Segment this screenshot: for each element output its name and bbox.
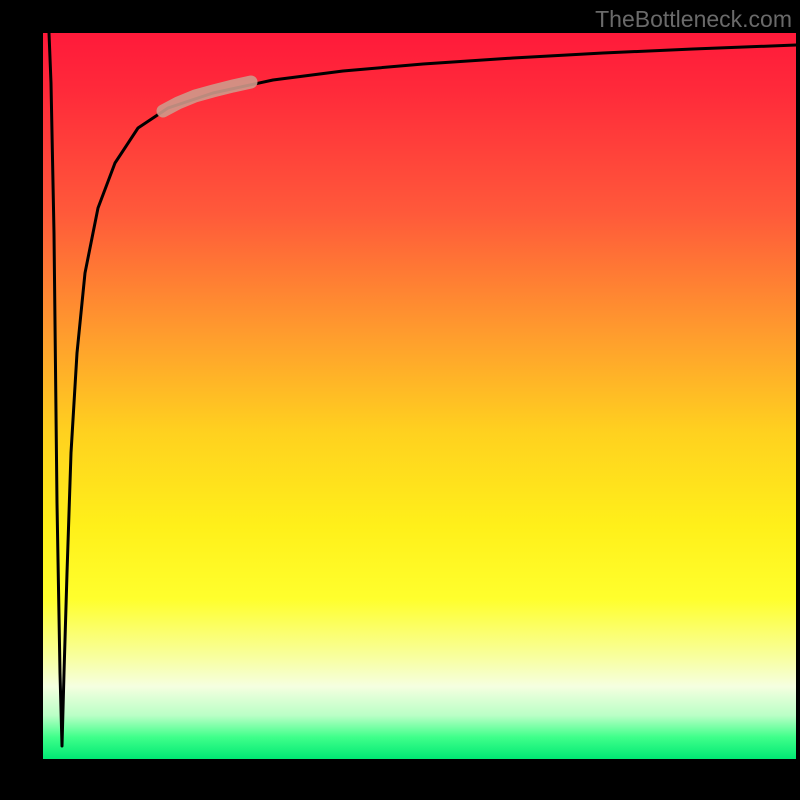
chart-overlay [43, 33, 796, 759]
curve-highlight [163, 82, 251, 111]
watermark-text: TheBottleneck.com [595, 6, 792, 33]
bottleneck-curve [49, 33, 796, 746]
chart-frame: TheBottleneck.com [0, 0, 800, 800]
